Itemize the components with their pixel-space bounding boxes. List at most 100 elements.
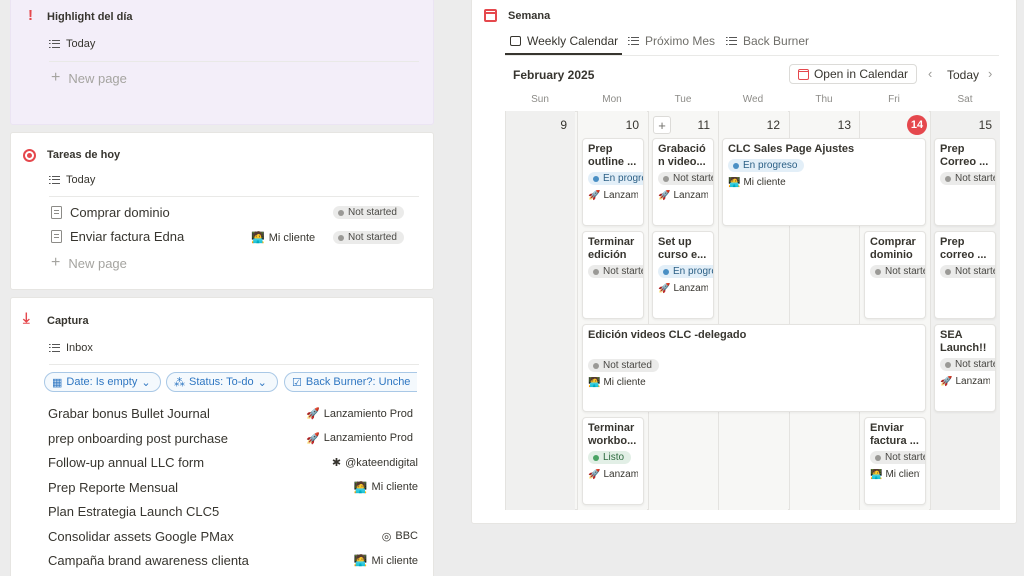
client-tag[interactable]: 🧑‍💻 Mi cliente [251, 231, 315, 245]
filter-back-burner[interactable]: ☑ Back Burner?: Unche [284, 372, 417, 392]
list-item[interactable]: Grabar bonus Bullet Journal [48, 406, 210, 421]
download-icon: ⤓ [23, 310, 30, 327]
calendar-event-card[interactable]: Comprar dominio Not started [864, 231, 926, 319]
status-dot [945, 268, 951, 275]
relation-tag: 🧑‍💻Mi cliente [870, 469, 920, 480]
filter-status[interactable]: ⁂ Status: To-do ⌄ [166, 372, 278, 392]
list-item[interactable]: Prep Reporte Mensual [48, 480, 178, 495]
new-page-button[interactable]: + New page [51, 254, 127, 272]
tab-weekly-calendar[interactable]: Weekly Calendar [510, 34, 618, 48]
status-badge: Not started [940, 358, 995, 371]
rocket-icon: 🚀 [658, 283, 671, 294]
view-tab-label: Inbox [66, 342, 93, 354]
list-icon [49, 175, 60, 185]
event-title: Terminar edición ... [588, 236, 635, 261]
calendar-event-card[interactable]: Enviar factura ... Not started 🧑‍💻Mi clien… [864, 417, 926, 505]
calendar-icon [484, 9, 497, 22]
relation-tag[interactable]: 🧑‍💻 Mi cliente [306, 554, 418, 568]
chevron-down-icon: ⌄ [257, 376, 267, 389]
add-event-button[interactable]: + [653, 116, 671, 134]
divider [49, 196, 419, 197]
status-dot [338, 209, 344, 216]
month-label: February 2025 [513, 68, 595, 82]
calendar-event-card[interactable]: Terminar edición ... Not started [582, 231, 644, 319]
tab-back-burner[interactable]: Back Burner [726, 34, 809, 48]
calendar-event-card[interactable]: Terminar workbo... Listo 🚀Lanzamiento [582, 417, 644, 505]
view-tab-today[interactable]: Today [49, 38, 95, 50]
status-badge[interactable]: Not started [333, 206, 404, 219]
view-tab-today[interactable]: Today [49, 174, 95, 186]
relation-tag: 🚀Lanzamiento [588, 190, 638, 201]
new-page-button[interactable]: + New page [51, 69, 127, 87]
status-badge[interactable]: Not started [333, 231, 404, 244]
status-badge: Not started [870, 451, 925, 464]
relation-tag[interactable]: 🧑‍💻 Mi cliente [306, 481, 418, 494]
status-dot [338, 234, 344, 241]
rocket-icon: 🚀 [940, 376, 953, 387]
plus-icon: + [51, 254, 61, 271]
day-header: Sat [957, 94, 973, 105]
checkbox-icon: ☑ [292, 376, 302, 389]
open-in-calendar-button[interactable]: Open in Calendar [789, 64, 917, 84]
table-row[interactable]: Comprar dominio [51, 205, 170, 220]
calendar-event-card[interactable]: Prep correo ... Not started [934, 231, 996, 319]
calendar-event-card[interactable]: SEA Launch!!! Not started 🚀Lanzamiento [934, 324, 996, 412]
status-dot [733, 162, 739, 169]
status-dot [875, 454, 881, 461]
relation-tag: 🧑‍💻Mi cliente [728, 177, 786, 188]
list-icon [49, 343, 60, 353]
calendar-event-card[interactable]: Edición videos CLC -delegado Not started 🧑… [582, 324, 926, 412]
status-dot [593, 268, 599, 275]
list-item[interactable]: Campaña brand awareness clienta [48, 553, 249, 568]
event-title: Prep outline ... [588, 143, 637, 168]
day-header: Mon [602, 94, 622, 105]
divider [49, 364, 419, 365]
day-header: Wed [742, 94, 764, 105]
event-title: Prep correo ... [940, 236, 987, 261]
view-tab-inbox[interactable]: Inbox [49, 342, 93, 354]
chevron-down-icon: ⌄ [141, 376, 151, 389]
date-number: 9 [560, 118, 567, 132]
status-badge: Listo [588, 451, 632, 464]
chevron-left-icon[interactable]: ‹ [928, 66, 932, 81]
tareas-panel: Tareas de hoy Today Comprar dominio Not … [10, 132, 434, 290]
relation-tag[interactable]: ◎ BBC [306, 530, 418, 543]
rocket-icon: 🚀 [588, 469, 601, 480]
row-title: Enviar factura Edna [70, 229, 185, 244]
status-badge: En progreso [588, 172, 643, 185]
list-item[interactable]: Plan Estrategia Launch CLC5 [48, 504, 219, 519]
divider [49, 61, 419, 62]
calendar-event-card[interactable]: Prep outline ... En progreso 🚀Lanzamiento [582, 138, 644, 226]
event-title: SEA Launch!!! [940, 329, 987, 354]
chevron-right-icon[interactable]: › [988, 66, 992, 81]
rocket-icon: 🚀 [588, 190, 601, 201]
person-laptop-icon: 🧑‍💻 [353, 481, 368, 494]
status-badge: Not started [588, 265, 643, 278]
panel-title: Tareas de hoy [47, 149, 121, 161]
table-row[interactable]: Enviar factura Edna [51, 229, 184, 244]
list-item[interactable]: Follow-up annual LLC form [48, 455, 204, 470]
relation-tag[interactable]: 🚀 Lanzamiento Prod [306, 432, 418, 445]
event-title: Terminar workbo... [588, 422, 637, 447]
view-tab-label: Today [66, 174, 96, 186]
calendar-event-card[interactable]: Set up curso e... En progreso 🚀Lanzamiento [652, 231, 714, 319]
person-laptop-icon: 🧑‍💻 [870, 469, 883, 480]
target-icon [23, 149, 36, 162]
day-column[interactable] [505, 111, 575, 510]
list-icon [49, 39, 60, 49]
list-item[interactable]: prep onboarding post purchase [48, 431, 228, 446]
relation-tag[interactable]: ✱ @kateendigital [306, 456, 418, 470]
today-button[interactable]: Today [947, 68, 979, 82]
status-dot [945, 175, 951, 182]
person-laptop-icon: 🧑‍💻 [251, 232, 265, 244]
status-badge: Not started [658, 172, 713, 185]
relation-tag[interactable]: 🚀 Lanzamiento Prod [306, 407, 418, 421]
status-dot [593, 454, 599, 461]
calendar-event-card[interactable]: Prep Correo ... Not started [934, 138, 996, 226]
calendar-event-card[interactable]: Grabació n video... Not started 🚀Lanzamien… [652, 138, 714, 226]
status-dot [663, 175, 669, 182]
tab-proximo-mes[interactable]: Próximo Mes [628, 34, 715, 48]
list-item[interactable]: Consolidar assets Google PMax [48, 529, 234, 544]
calendar-event-card[interactable]: CLC Sales Page Ajustes En progreso 🧑‍💻 Mi c… [722, 138, 926, 226]
filter-date[interactable]: ▦ Date: Is empty ⌄ [44, 372, 161, 392]
